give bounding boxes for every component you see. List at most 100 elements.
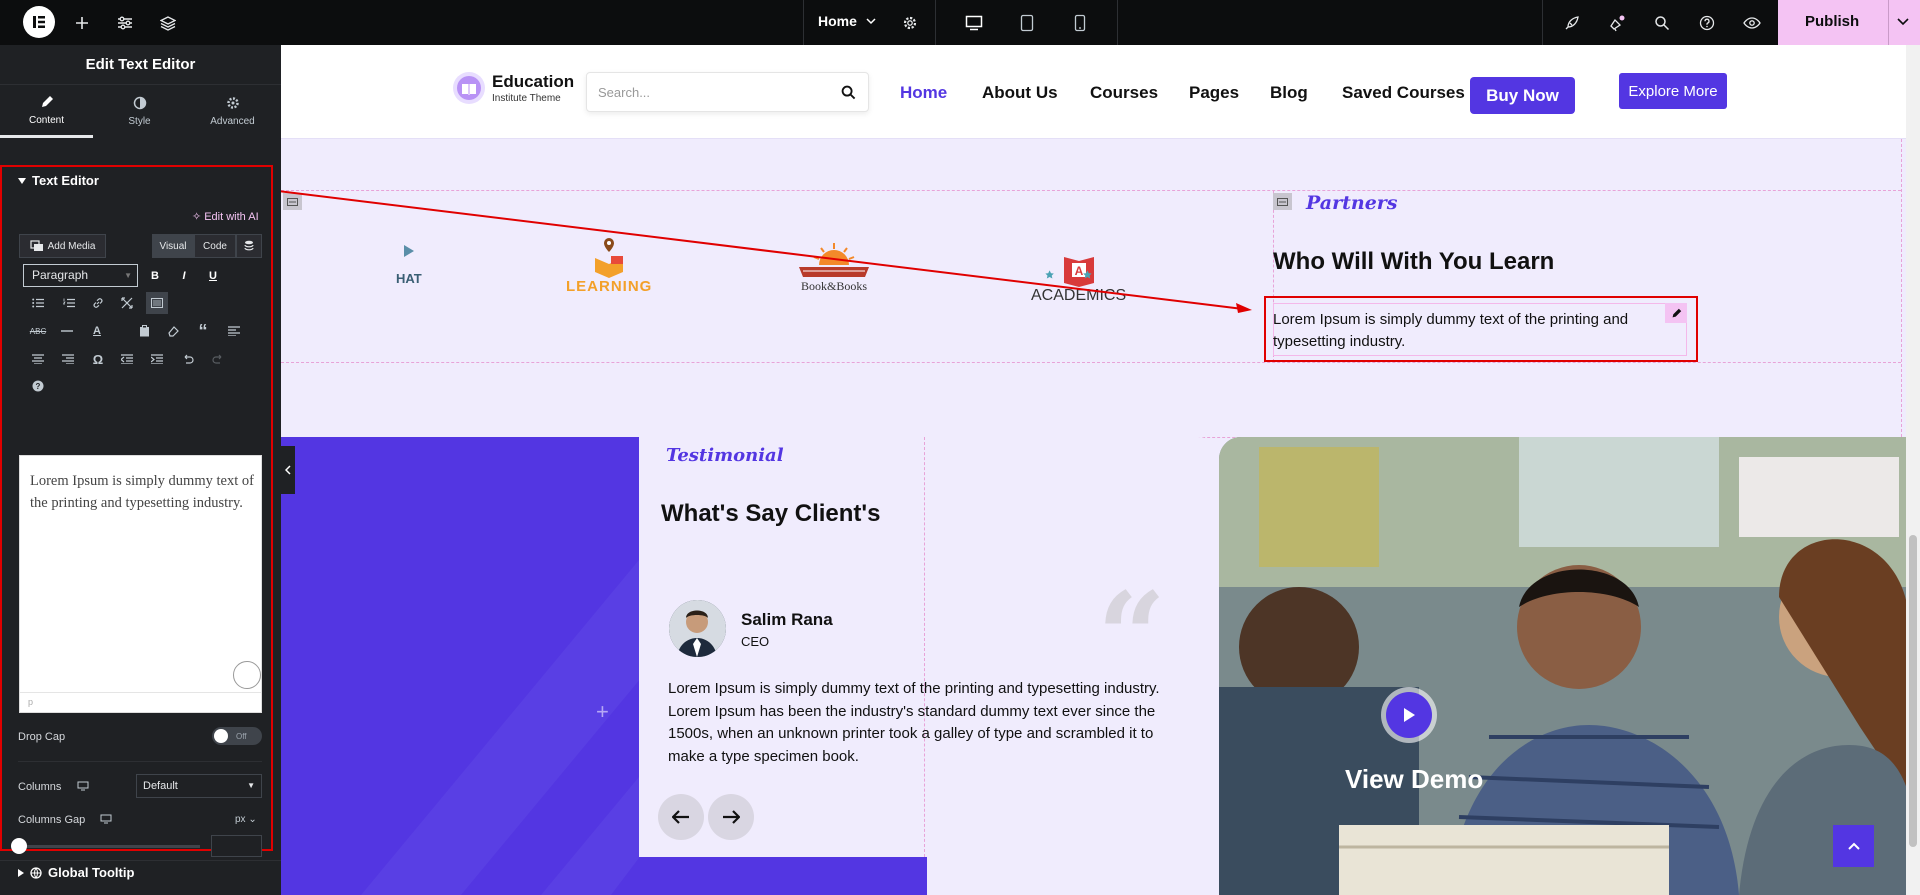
ai-sparkle-icon: ✧ xyxy=(192,211,202,223)
caret-right-icon xyxy=(18,868,24,877)
next-arrow-button[interactable] xyxy=(708,794,754,840)
strikethrough-icon[interactable]: ABC xyxy=(27,320,49,342)
section-text-editor[interactable]: Text Editor xyxy=(18,173,99,188)
unit-selector[interactable]: px ⌄ xyxy=(235,814,257,825)
elementor-logo[interactable] xyxy=(23,6,55,38)
page-scrollbar[interactable] xyxy=(1906,45,1920,895)
section-title: Text Editor xyxy=(32,173,99,188)
global-tooltip-label: Global Tooltip xyxy=(48,865,135,880)
desktop-responsive-icon[interactable] xyxy=(100,814,112,824)
tab-advanced[interactable]: Advanced xyxy=(186,85,279,138)
italic-icon[interactable]: I xyxy=(173,265,195,287)
undo-icon[interactable] xyxy=(177,348,199,370)
help-icon[interactable] xyxy=(1697,0,1717,45)
publish-button[interactable]: Publish xyxy=(1778,0,1920,45)
underline-icon[interactable]: U xyxy=(202,265,224,287)
link-icon[interactable] xyxy=(87,292,109,314)
scroll-to-top-button[interactable] xyxy=(1833,825,1874,867)
outdent-icon[interactable] xyxy=(116,348,138,370)
gap-slider-track[interactable] xyxy=(18,845,200,848)
client-name: Salim Rana xyxy=(741,610,833,629)
editor-content[interactable]: Lorem Ipsum is simply dummy text of the … xyxy=(30,470,255,514)
page-settings-gear-icon[interactable] xyxy=(900,0,920,45)
tab-advanced-label: Advanced xyxy=(210,116,255,127)
special-character-icon[interactable]: Ω xyxy=(87,348,109,370)
drop-cap-label: Drop Cap xyxy=(18,731,66,743)
numbered-list-icon[interactable] xyxy=(58,292,80,314)
collapse-panel-button[interactable] xyxy=(281,446,295,494)
editor-path: p xyxy=(20,692,261,712)
edit-with-ai-link[interactable]: ✧ Edit with AI xyxy=(192,210,259,224)
testimonial-card: Testimonial What's Say Client's “ Salim … xyxy=(639,437,1220,857)
testimonial-text: Lorem Ipsum is simply dummy text of the … xyxy=(668,680,1160,766)
gap-value-input[interactable] xyxy=(211,835,262,857)
caret-down-icon xyxy=(18,177,26,184)
align-right-icon[interactable] xyxy=(57,348,79,370)
tablet-view-icon[interactable] xyxy=(1017,0,1037,45)
chevron-left-icon xyxy=(285,465,291,475)
columns-select[interactable]: Default ▼ xyxy=(136,774,262,798)
mobile-view-icon[interactable] xyxy=(1070,0,1090,45)
preview-eye-icon[interactable] xyxy=(1742,0,1762,45)
arrow-left-icon xyxy=(672,810,689,824)
add-media-button[interactable]: Add Media xyxy=(19,234,106,258)
fullscreen-icon[interactable] xyxy=(116,292,138,314)
toolbar-toggle-icon[interactable] xyxy=(146,292,168,314)
desktop-responsive-icon[interactable] xyxy=(77,781,89,791)
indent-icon[interactable] xyxy=(146,348,168,370)
play-icon xyxy=(1386,692,1432,738)
paste-text-icon[interactable] xyxy=(133,320,155,342)
editor-panel: Edit Text Editor Content Style Advanced … xyxy=(0,45,281,895)
drop-cap-state: Off xyxy=(236,731,247,741)
dynamic-tags-icon[interactable] xyxy=(236,234,262,258)
tab-content[interactable]: Content xyxy=(0,85,93,138)
search-icon[interactable] xyxy=(1652,0,1672,45)
bullet-list-icon[interactable] xyxy=(27,292,49,314)
format-select[interactable]: Paragraph ▼ xyxy=(23,264,138,287)
tab-code-label: Code xyxy=(203,240,227,252)
gap-slider-handle[interactable] xyxy=(11,838,27,854)
text-color-icon[interactable]: A xyxy=(86,320,108,342)
scrollbar-thumb[interactable] xyxy=(1909,535,1917,847)
keyboard-help-icon[interactable]: ? xyxy=(27,375,49,397)
add-element-plus-icon[interactable]: + xyxy=(596,699,609,725)
resize-handle[interactable] xyxy=(233,661,261,689)
columns-gap-unit: px xyxy=(235,814,246,825)
desktop-view-icon[interactable] xyxy=(962,0,986,45)
play-button[interactable] xyxy=(1381,687,1437,743)
view-demo-label[interactable]: View Demo xyxy=(1345,764,1483,795)
preview-canvas: Education Institute Theme Search... Home… xyxy=(281,45,1920,895)
bold-icon[interactable]: B xyxy=(144,265,166,287)
tab-content-label: Content xyxy=(28,114,65,126)
prev-arrow-button[interactable] xyxy=(658,794,704,840)
tab-style-label: Style xyxy=(128,116,151,127)
tab-style[interactable]: Style xyxy=(93,85,186,138)
avatar xyxy=(669,600,726,657)
redo-icon[interactable] xyxy=(207,348,229,370)
tab-visual[interactable]: Visual xyxy=(152,234,194,258)
add-element-icon[interactable] xyxy=(72,0,92,45)
format-select-label: Paragraph xyxy=(32,268,89,282)
visual-text-editor[interactable]: Lorem Ipsum is simply dummy text of the … xyxy=(19,455,262,713)
demo-video-image[interactable]: View Demo xyxy=(1219,437,1920,895)
chevron-up-icon xyxy=(1847,842,1860,850)
align-center-icon[interactable] xyxy=(27,348,49,370)
testimonial-heading: What's Say Client's xyxy=(661,500,881,527)
horizontal-line-icon[interactable] xyxy=(56,320,78,342)
chevron-down-icon[interactable] xyxy=(1896,16,1910,28)
launchpad-rocket-icon[interactable] xyxy=(1562,0,1582,45)
tab-code[interactable]: Code xyxy=(194,234,236,258)
gear-icon xyxy=(226,97,239,109)
structure-layers-icon[interactable] xyxy=(158,0,178,45)
blockquote-icon[interactable]: “ xyxy=(192,320,214,342)
columns-label: Columns xyxy=(18,781,62,793)
section-global-tooltip[interactable]: Global Tooltip xyxy=(18,865,134,880)
columns-gap-label: Columns Gap xyxy=(18,814,86,826)
align-left-icon[interactable] xyxy=(223,320,245,342)
notifications-icon[interactable] xyxy=(1607,0,1627,45)
client-role: CEO xyxy=(741,634,770,649)
clear-formatting-icon[interactable] xyxy=(162,320,184,342)
page-selector[interactable]: Home xyxy=(818,0,877,42)
drop-cap-toggle[interactable]: Off xyxy=(212,727,262,745)
site-settings-icon[interactable] xyxy=(115,0,135,45)
